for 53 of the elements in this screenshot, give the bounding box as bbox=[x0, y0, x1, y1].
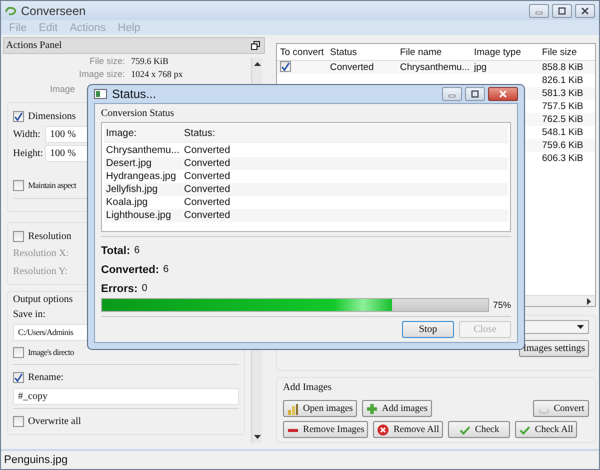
table-cell-text: 759.6 KiB bbox=[541, 140, 584, 151]
stat-label: Converted: bbox=[101, 264, 160, 276]
table-cell-text: 762.5 KiB bbox=[541, 114, 584, 125]
progress-value: 75% bbox=[493, 300, 511, 310]
table-cell-text: 548.1 KiB bbox=[541, 127, 584, 138]
table-cell-text: Lighthouse.jpg bbox=[105, 210, 172, 221]
group-title: Output options bbox=[13, 294, 74, 307]
stat-label: Total: bbox=[101, 244, 130, 256]
table-cell-text: 858.8 KiB bbox=[541, 62, 584, 73]
table-cell-text: Hydrangeas.jpg bbox=[105, 171, 178, 182]
checkbox-label: Resolution bbox=[28, 230, 72, 242]
table-cell-text: Chrysanthemu... bbox=[399, 62, 471, 73]
info-label: Image size: bbox=[78, 68, 126, 78]
info-value: 1024 x 768 px bbox=[131, 68, 183, 78]
group-title: Add Images bbox=[283, 382, 333, 395]
table-cell-text: Chrysanthemu... bbox=[105, 145, 180, 156]
field-label: Height: bbox=[13, 148, 44, 159]
table-cell-text: Koala.jpg bbox=[105, 197, 149, 208]
table-cell-text: jpg bbox=[472, 62, 488, 73]
status-text: Penguins.jpg bbox=[4, 454, 68, 466]
stat-value: 6 bbox=[134, 245, 140, 256]
table-cell-text: 581.3 KiB bbox=[541, 88, 584, 99]
table-cell-text: 606.3 KiB bbox=[541, 153, 584, 164]
group-title: Conversion Status bbox=[101, 108, 176, 121]
info-label: Image bbox=[48, 84, 75, 94]
table-cell-text: Converted bbox=[183, 184, 232, 195]
checkbox-label: Overwrite all bbox=[28, 416, 82, 426]
stat-value: 0 bbox=[142, 283, 148, 294]
table-cell-text: Converted bbox=[183, 210, 232, 221]
stat-label: Errors: bbox=[101, 282, 138, 294]
checkbox-label: Maintain aspect bbox=[28, 180, 76, 190]
table-cell-text: Jellyfish.jpg bbox=[105, 184, 159, 195]
field-label: Resolution Y: bbox=[13, 265, 68, 279]
table-cell-text: 826.1 KiB bbox=[541, 75, 584, 86]
stat-value: 6 bbox=[163, 264, 169, 275]
table-cell-text: 757.5 KiB bbox=[541, 101, 584, 112]
info-label: File size: bbox=[88, 56, 126, 66]
field-label: Save in: bbox=[13, 308, 46, 322]
table-cell-text: Desert.jpg bbox=[105, 158, 153, 169]
checkbox-label: Image's directo bbox=[28, 347, 74, 357]
dialog-title: Status... bbox=[112, 87, 156, 101]
window-title: Converseen bbox=[21, 4, 86, 18]
table-cell-text: Converted bbox=[329, 62, 375, 73]
checkbox-label: Rename: bbox=[28, 372, 64, 382]
field-label: Width: bbox=[13, 129, 42, 140]
info-value: 759.6 KiB bbox=[131, 56, 169, 66]
panel-title: Actions Panel bbox=[6, 40, 62, 51]
table-cell-text: Converted bbox=[183, 145, 232, 156]
table-cell-text: Converted bbox=[183, 171, 232, 182]
checkbox-label: Dimensions bbox=[28, 110, 76, 122]
field-label: Resolution X: bbox=[13, 247, 69, 261]
table-cell-text: Converted bbox=[183, 158, 232, 169]
table-cell-text: Converted bbox=[183, 197, 232, 208]
